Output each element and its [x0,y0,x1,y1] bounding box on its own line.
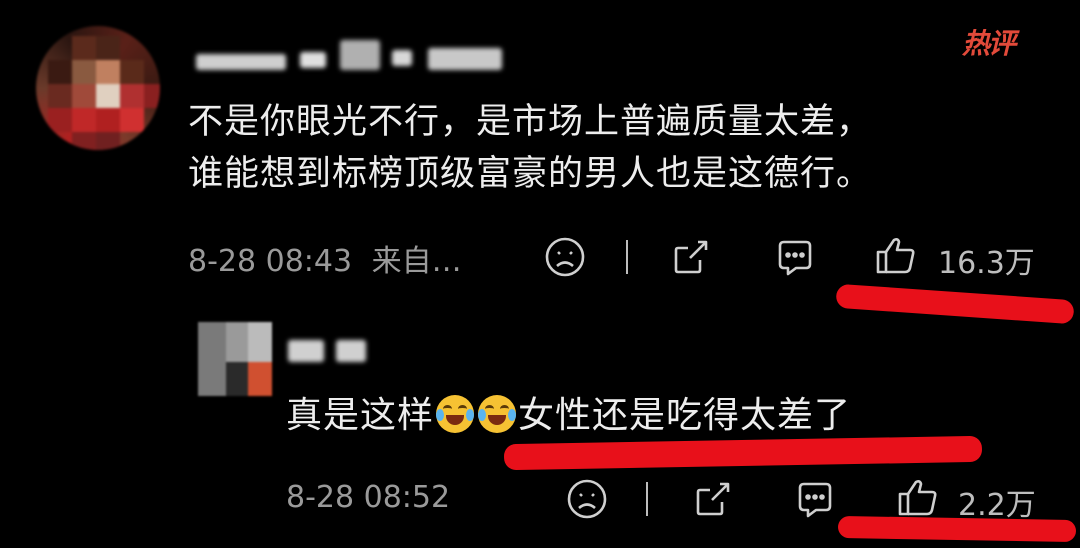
comment-timestamp: 8-28 08:43 来自… [188,236,462,280]
laughing-crying-emoji [436,395,475,433]
reply-username[interactable] [288,340,324,362]
timestamp: 8-28 08:43 [188,244,353,279]
comment-icon[interactable] [794,478,836,520]
highlight-underline [837,515,1077,543]
username-part [428,48,502,70]
reply-text-start: 真是这样 [286,395,435,436]
like-count: 16.3万 [938,246,1035,281]
reply-text-end: 女性还是吃得太差了 [518,395,852,436]
username-part [300,52,326,68]
username[interactable] [196,54,286,70]
comment-body: 不是你眼光不行，是市场上普遍质量太差， 谁能想到标榜顶级富豪的男人也是这德行。 [188,96,1048,200]
highlight-underline [835,283,1075,325]
share-icon[interactable] [692,478,734,520]
username-part [392,50,412,66]
thumbs-up-icon[interactable] [896,476,940,520]
divider [646,482,648,516]
laughing-crying-emoji [478,395,517,433]
hot-comment-badge: 热评 [962,27,1016,60]
share-icon[interactable] [670,236,712,278]
sad-face-icon[interactable] [566,478,608,520]
reply-timestamp: 8-28 08:52 [286,480,451,515]
username-part [340,40,380,70]
comment-icon[interactable] [774,236,816,278]
sad-face-icon[interactable] [544,236,586,278]
reply-body: 真是这样 女性还是吃得太差了 [286,392,1006,440]
thumbs-up-icon[interactable] [874,234,918,278]
divider [626,240,628,274]
reply-avatar[interactable] [198,322,272,396]
comment-line-2: 谁能想到标榜顶级富豪的男人也是这德行。 [188,154,873,194]
source-link[interactable]: 来自… [372,244,462,279]
avatar[interactable] [36,26,160,150]
highlight-underline [503,435,983,471]
comment-line-1: 不是你眼光不行，是市场上普遍质量太差， [188,102,873,142]
reply-username-part [336,340,366,362]
